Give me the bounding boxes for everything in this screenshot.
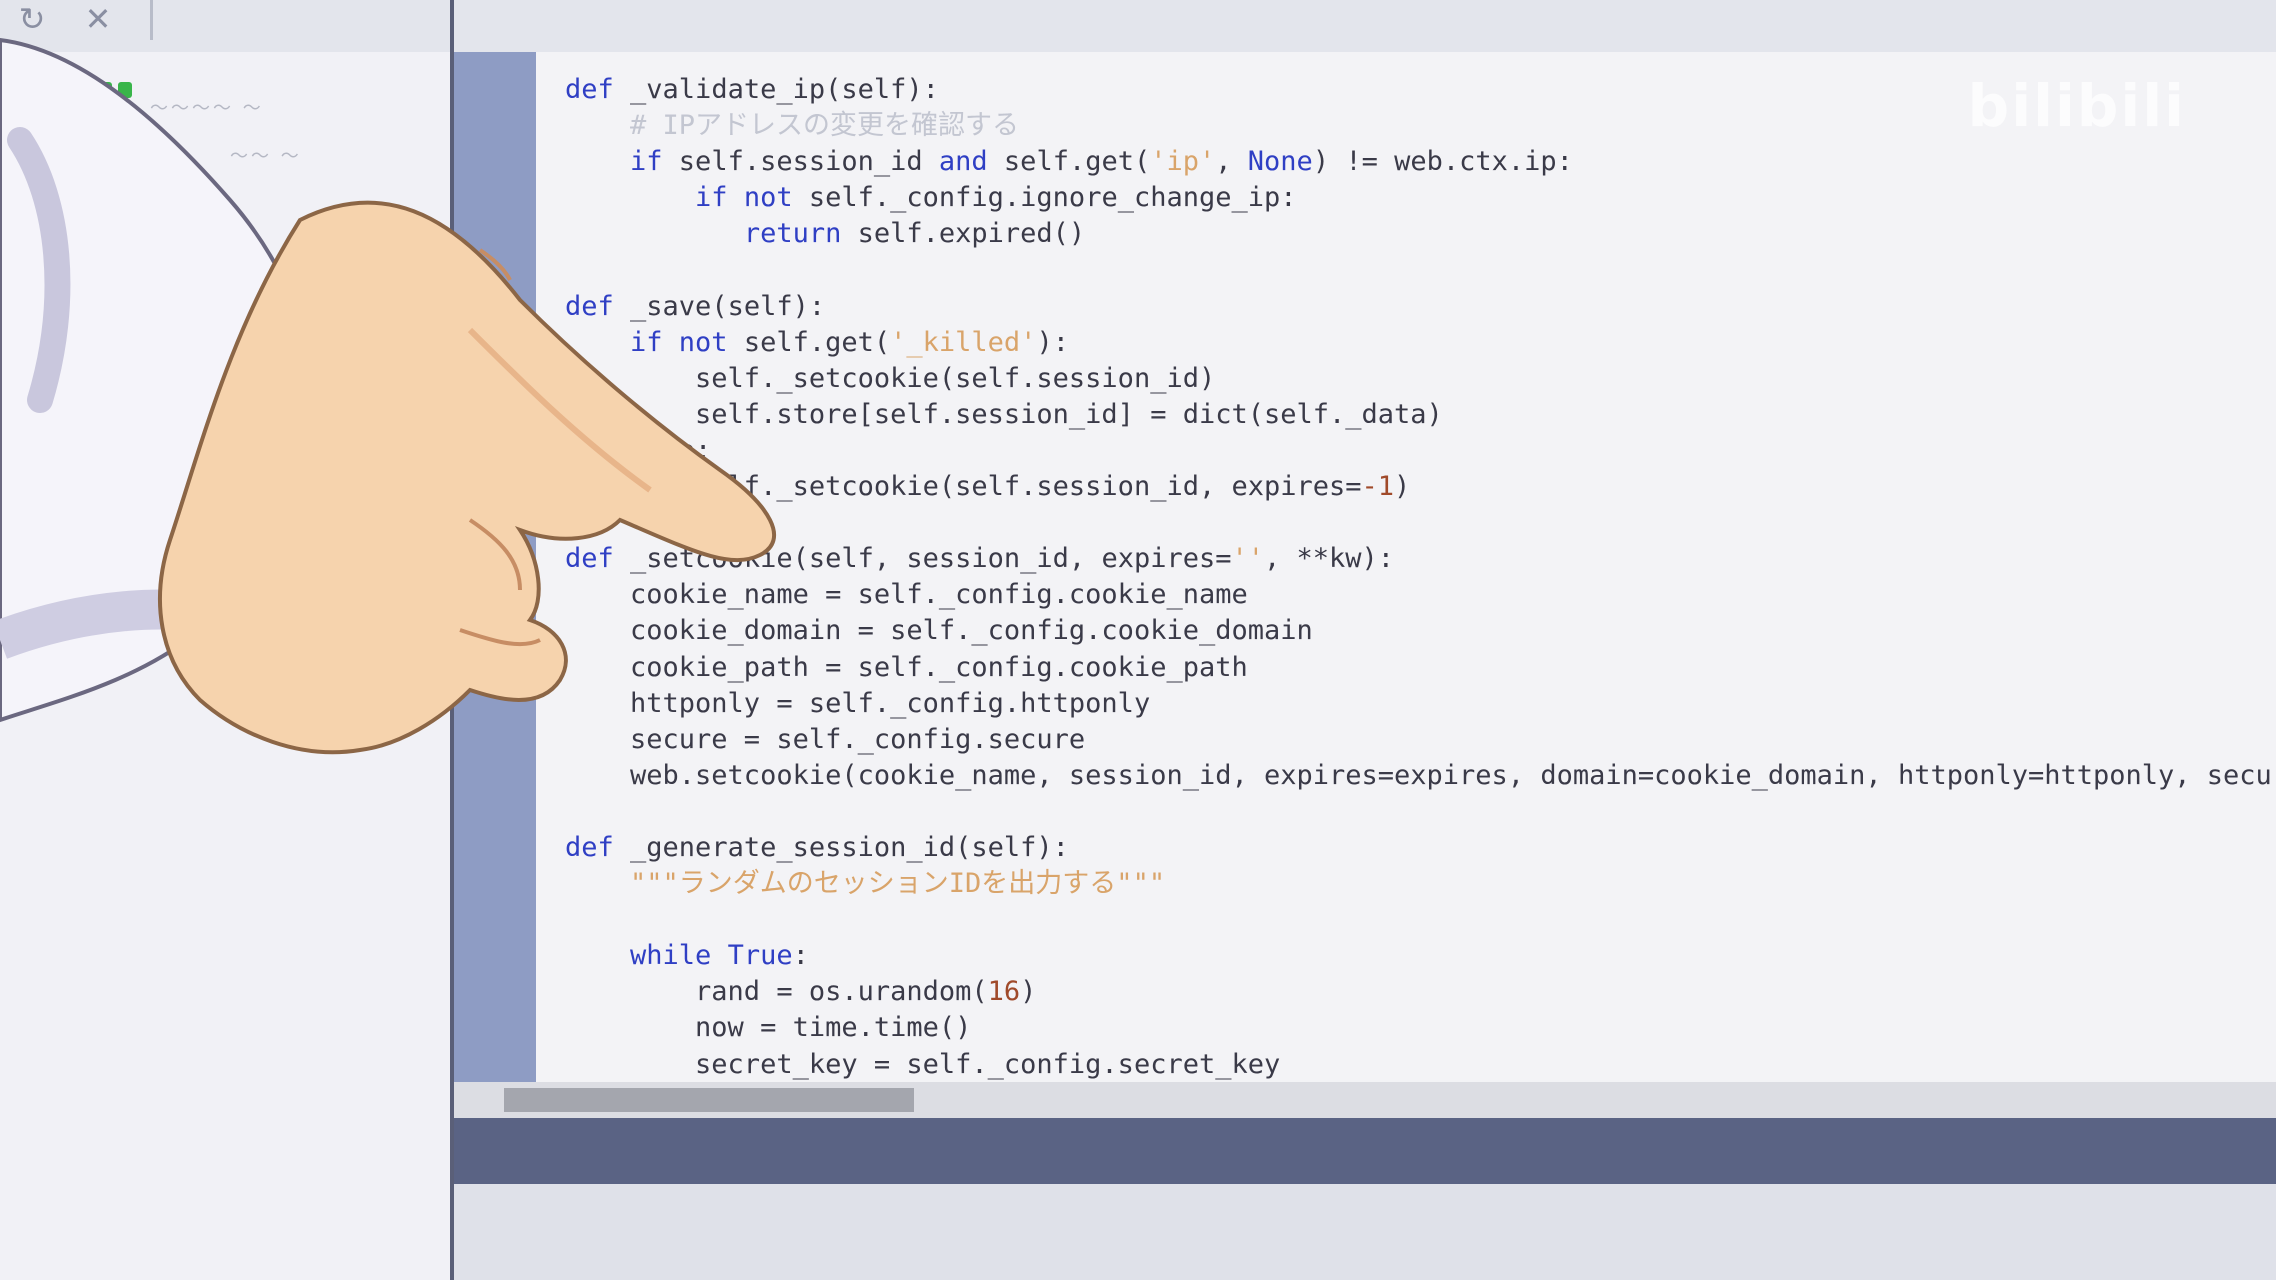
code-keyword: def: [565, 290, 614, 322]
code-line[interactable]: else:: [565, 433, 2276, 469]
toolbar-separator: [150, 0, 153, 40]
code-line[interactable]: secure = self._config.secure: [565, 722, 2276, 758]
code-text: _save(self):: [613, 290, 826, 322]
code-text: ) != web.ctx.ip:: [1312, 146, 1573, 178]
code-text: cookie_domain = self._config.cookie_doma…: [565, 615, 1313, 647]
tree-item[interactable]: ～～～～ ～: [150, 94, 264, 120]
code-line[interactable]: self._setcookie(self.session_id, expires…: [565, 469, 2276, 505]
tree-item[interactable]: ～～ ～: [230, 142, 302, 168]
code-text: secret_key = self._config.secret_key: [565, 1048, 1281, 1080]
code-text: self.session_id: [662, 146, 939, 178]
code-text: self._config.ignore_change_ip:: [792, 182, 1297, 214]
code-keyword: def: [565, 831, 614, 863]
code-text: self.expired(): [841, 218, 1086, 250]
code-text: ): [1394, 471, 1411, 503]
code-line[interactable]: [565, 902, 2276, 938]
code-line[interactable]: self.store[self.session_id] = dict(self.…: [565, 397, 2276, 433]
close-icon[interactable]: ✕: [80, 2, 116, 38]
code-string: '_killed': [890, 326, 1037, 358]
code-text: _validate_ip(self):: [613, 74, 939, 105]
code-line[interactable]: rand = os.urandom(16): [565, 974, 2276, 1010]
code-line[interactable]: while True:: [565, 938, 2276, 974]
code-text: httponly = self._config.httponly: [565, 687, 1151, 719]
code-line[interactable]: self._setcookie(self.session_id): [565, 361, 2276, 397]
code-line[interactable]: if not self.get('_killed'):: [565, 325, 2276, 361]
code-string: 'ip': [1150, 146, 1216, 178]
code-text: _generate_session_id(self):: [613, 831, 1069, 863]
code-text: now = time.time(): [565, 1012, 972, 1044]
code-editor[interactable]: def _validate_ip(self): # IPアドレスの変更を確認する…: [454, 52, 2276, 1082]
code-text: else:: [565, 434, 712, 466]
code-text: ,: [1215, 146, 1248, 178]
code-line[interactable]: web.setcookie(cookie_name, session_id, e…: [565, 758, 2276, 794]
code-text: cookie_path = self._config.cookie_path: [565, 651, 1248, 683]
side-panel: ～～～～ ～ ～～ ～: [0, 52, 450, 1280]
code-keyword: return: [743, 218, 842, 250]
code-string: """ランダムのセッションIDを出力する""": [630, 868, 1166, 900]
code-text: web.setcookie(cookie_name, session_id, e…: [565, 759, 2276, 791]
code-line[interactable]: cookie_path = self._config.cookie_path: [565, 650, 2276, 686]
code-text: cookie_name = self._config.cookie_name: [565, 579, 1248, 611]
code-line[interactable]: cookie_name = self._config.cookie_name: [565, 577, 2276, 613]
code-number: -1: [1361, 471, 1395, 503]
code-text: self._setcookie(self.session_id, expires…: [565, 471, 1362, 503]
code-text: self.store[self.session_id] = dict(self.…: [565, 398, 1443, 430]
scrollbar-thumb[interactable]: [504, 1088, 914, 1112]
code-text: :: [792, 940, 809, 972]
code-line[interactable]: """ランダムのセッションIDを出力する""": [565, 866, 2276, 902]
code-line[interactable]: def _setcookie(self, session_id, expires…: [565, 541, 2276, 577]
code-number: 16: [987, 976, 1021, 1008]
bottom-panel: [454, 1184, 2276, 1280]
code-text: ):: [1036, 326, 1069, 358]
refresh-icon[interactable]: ↻: [14, 2, 50, 38]
code-keyword: def: [565, 74, 614, 105]
code-text: , **kw):: [1264, 543, 1395, 575]
code-string: '': [1231, 543, 1265, 575]
code-text: secure = self._config.secure: [565, 723, 1086, 755]
line-gutter: [454, 52, 536, 1082]
code-keyword: if not: [630, 326, 728, 358]
code-text: rand = os.urandom(: [565, 976, 988, 1008]
code-line[interactable]: [565, 252, 2276, 288]
code-text: self.get(: [727, 326, 891, 358]
code-line[interactable]: def _save(self):: [565, 289, 2276, 325]
code-keyword: if: [630, 146, 663, 178]
horizontal-scrollbar[interactable]: [454, 1082, 2276, 1118]
code-line[interactable]: httponly = self._config.httponly: [565, 686, 2276, 722]
bottom-panel-header: [454, 1118, 2276, 1184]
code-text: _setcookie(self, session_id, expires=: [613, 543, 1232, 575]
code-text: self._setcookie(self.session_id): [565, 362, 1216, 394]
code-keyword: def: [565, 543, 614, 575]
code-line[interactable]: def _generate_session_id(self):: [565, 830, 2276, 866]
code-line[interactable]: if self.session_id and self.get('ip', No…: [565, 144, 2276, 180]
code-comment: # IPアドレスの変更を確認する: [630, 110, 1020, 142]
code-line[interactable]: now = time.time(): [565, 1010, 2276, 1046]
code-keyword: if not: [695, 182, 793, 214]
code-line[interactable]: return self.expired(): [565, 216, 2276, 252]
code-keyword: None: [1247, 146, 1313, 178]
code-keyword: and: [938, 146, 988, 178]
toolbar: ↻ ✕: [0, 0, 2276, 52]
code-text: self.get(: [987, 146, 1151, 178]
code-line[interactable]: [565, 794, 2276, 830]
code-line[interactable]: if not self._config.ignore_change_ip:: [565, 180, 2276, 216]
watermark: bilibili: [1967, 72, 2186, 140]
code-content[interactable]: def _validate_ip(self): # IPアドレスの変更を確認する…: [565, 72, 2276, 1082]
code-line[interactable]: [565, 505, 2276, 541]
code-keyword: while True: [630, 940, 793, 972]
code-line[interactable]: secret_key = self._config.secret_key: [565, 1047, 2276, 1082]
grid-icon[interactable]: [98, 82, 134, 120]
code-line[interactable]: cookie_domain = self._config.cookie_doma…: [565, 613, 2276, 649]
code-text: ): [1020, 976, 1037, 1008]
